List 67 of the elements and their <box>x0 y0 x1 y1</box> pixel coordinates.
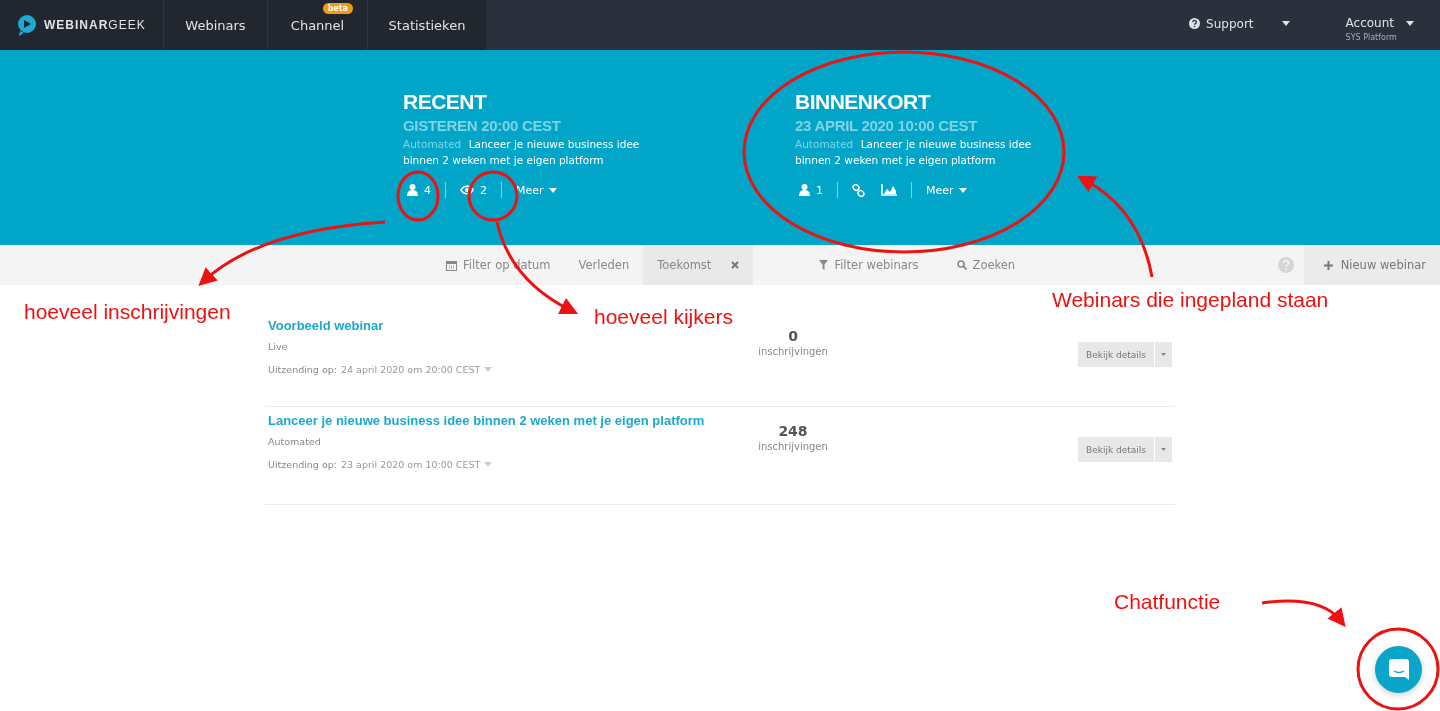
broadcast-date: 24 april 2020 om 20:00 CEST <box>340 364 481 375</box>
dropdown-toggle[interactable] <box>1154 437 1172 462</box>
annotation-circle <box>467 170 519 222</box>
nav-tab[interactable]: Webinars <box>163 0 267 50</box>
search-icon <box>956 260 967 270</box>
details-button[interactable]: Bekijk details <box>1078 342 1154 367</box>
chat-button[interactable] <box>1375 646 1422 693</box>
calendar-icon <box>446 259 457 271</box>
filter-tab[interactable]: Verleden <box>564 245 644 285</box>
registration-label: inschrijvingen <box>758 346 828 357</box>
help-icon <box>1189 18 1201 29</box>
area-chart-icon[interactable] <box>881 184 897 196</box>
user-icon <box>799 184 810 196</box>
more-dropdown[interactable]: Meer <box>912 183 967 197</box>
link-icon[interactable] <box>852 183 865 197</box>
beta-badge: beta <box>322 3 353 14</box>
close-icon[interactable] <box>731 261 740 269</box>
logo[interactable]: WEBINARGEEK <box>0 0 163 50</box>
webinar-datetime: GISTEREN 20:00 CEST <box>403 117 562 134</box>
dropdown-toggle[interactable] <box>1154 342 1172 367</box>
broadcast-label: Uitzending op: <box>268 364 337 375</box>
broadcast-date: 23 april 2020 om 10:00 CEST <box>340 459 481 470</box>
account-subtitle: SYS Platform <box>1345 33 1398 42</box>
eye-icon <box>460 185 474 195</box>
registration-count: 248 <box>778 423 808 439</box>
broadcast-label: Uitzending op: <box>268 459 337 470</box>
chat-bubble-icon <box>1388 659 1409 680</box>
webinar-type: Automated <box>268 436 322 447</box>
annotation-label: hoeveel inschrijvingen <box>24 300 231 324</box>
annotation-circle <box>396 170 440 222</box>
caret-icon <box>1281 21 1290 26</box>
registrations-count[interactable]: 1 <box>795 182 838 198</box>
new-webinar-button[interactable]: Nieuw webinar <box>1303 245 1440 285</box>
caret-icon <box>484 462 493 467</box>
more-dropdown[interactable]: Meer <box>502 183 557 197</box>
caret-icon <box>548 187 557 193</box>
funnel-icon <box>819 260 829 270</box>
details-button[interactable]: Bekijk details <box>1078 437 1154 462</box>
caret-icon <box>1406 20 1414 26</box>
annotation-label: Webinars die ingepland staan <box>1052 288 1329 312</box>
viewers-count[interactable]: 2 <box>446 182 502 198</box>
nav-tab[interactable]: beta Channel <box>267 0 367 50</box>
webinar-filter[interactable]: Filter webinars <box>805 245 933 285</box>
filter-tab[interactable]: Toekomst <box>643 245 754 285</box>
account-menu[interactable]: Account <box>1345 16 1414 30</box>
registrations-count[interactable]: 4 <box>403 182 446 198</box>
registration-label: inschrijvingen <box>758 441 828 452</box>
caret-icon <box>1161 447 1166 452</box>
webinar-datetime: 23 APRIL 2020 10:00 CEST <box>795 117 979 134</box>
annotation-label: Chatfunctie <box>1114 590 1221 614</box>
annotation-label: hoeveel kijkers <box>594 305 733 329</box>
section-heading: BINNENKORT <box>795 90 932 114</box>
caret-icon <box>958 187 967 193</box>
search-button[interactable]: Zoeken <box>942 245 1030 285</box>
caret-icon <box>1161 352 1166 357</box>
webinar-type: Live <box>268 341 289 352</box>
webinar-title-link[interactable]: Lanceer je nieuwe business idee binnen 2 weken met je eigen platform <box>268 413 728 428</box>
caret-icon <box>484 367 493 372</box>
plus-icon <box>1323 260 1333 270</box>
nav-tab[interactable]: Statistieken <box>367 0 486 50</box>
webinar-description: Automated Lanceer je nieuwe business idee binnen 2 weken met je eigen platform <box>403 137 641 168</box>
registration-count: 0 <box>788 328 798 344</box>
section-heading: RECENT <box>403 90 488 114</box>
play-bubble-icon <box>16 14 38 36</box>
webinar-description: Automated Lanceer je nieuwe business idee binnen 2 weken met je eigen platform <box>795 137 1033 168</box>
user-icon <box>407 184 418 196</box>
support-menu[interactable]: Support <box>1189 16 1290 31</box>
